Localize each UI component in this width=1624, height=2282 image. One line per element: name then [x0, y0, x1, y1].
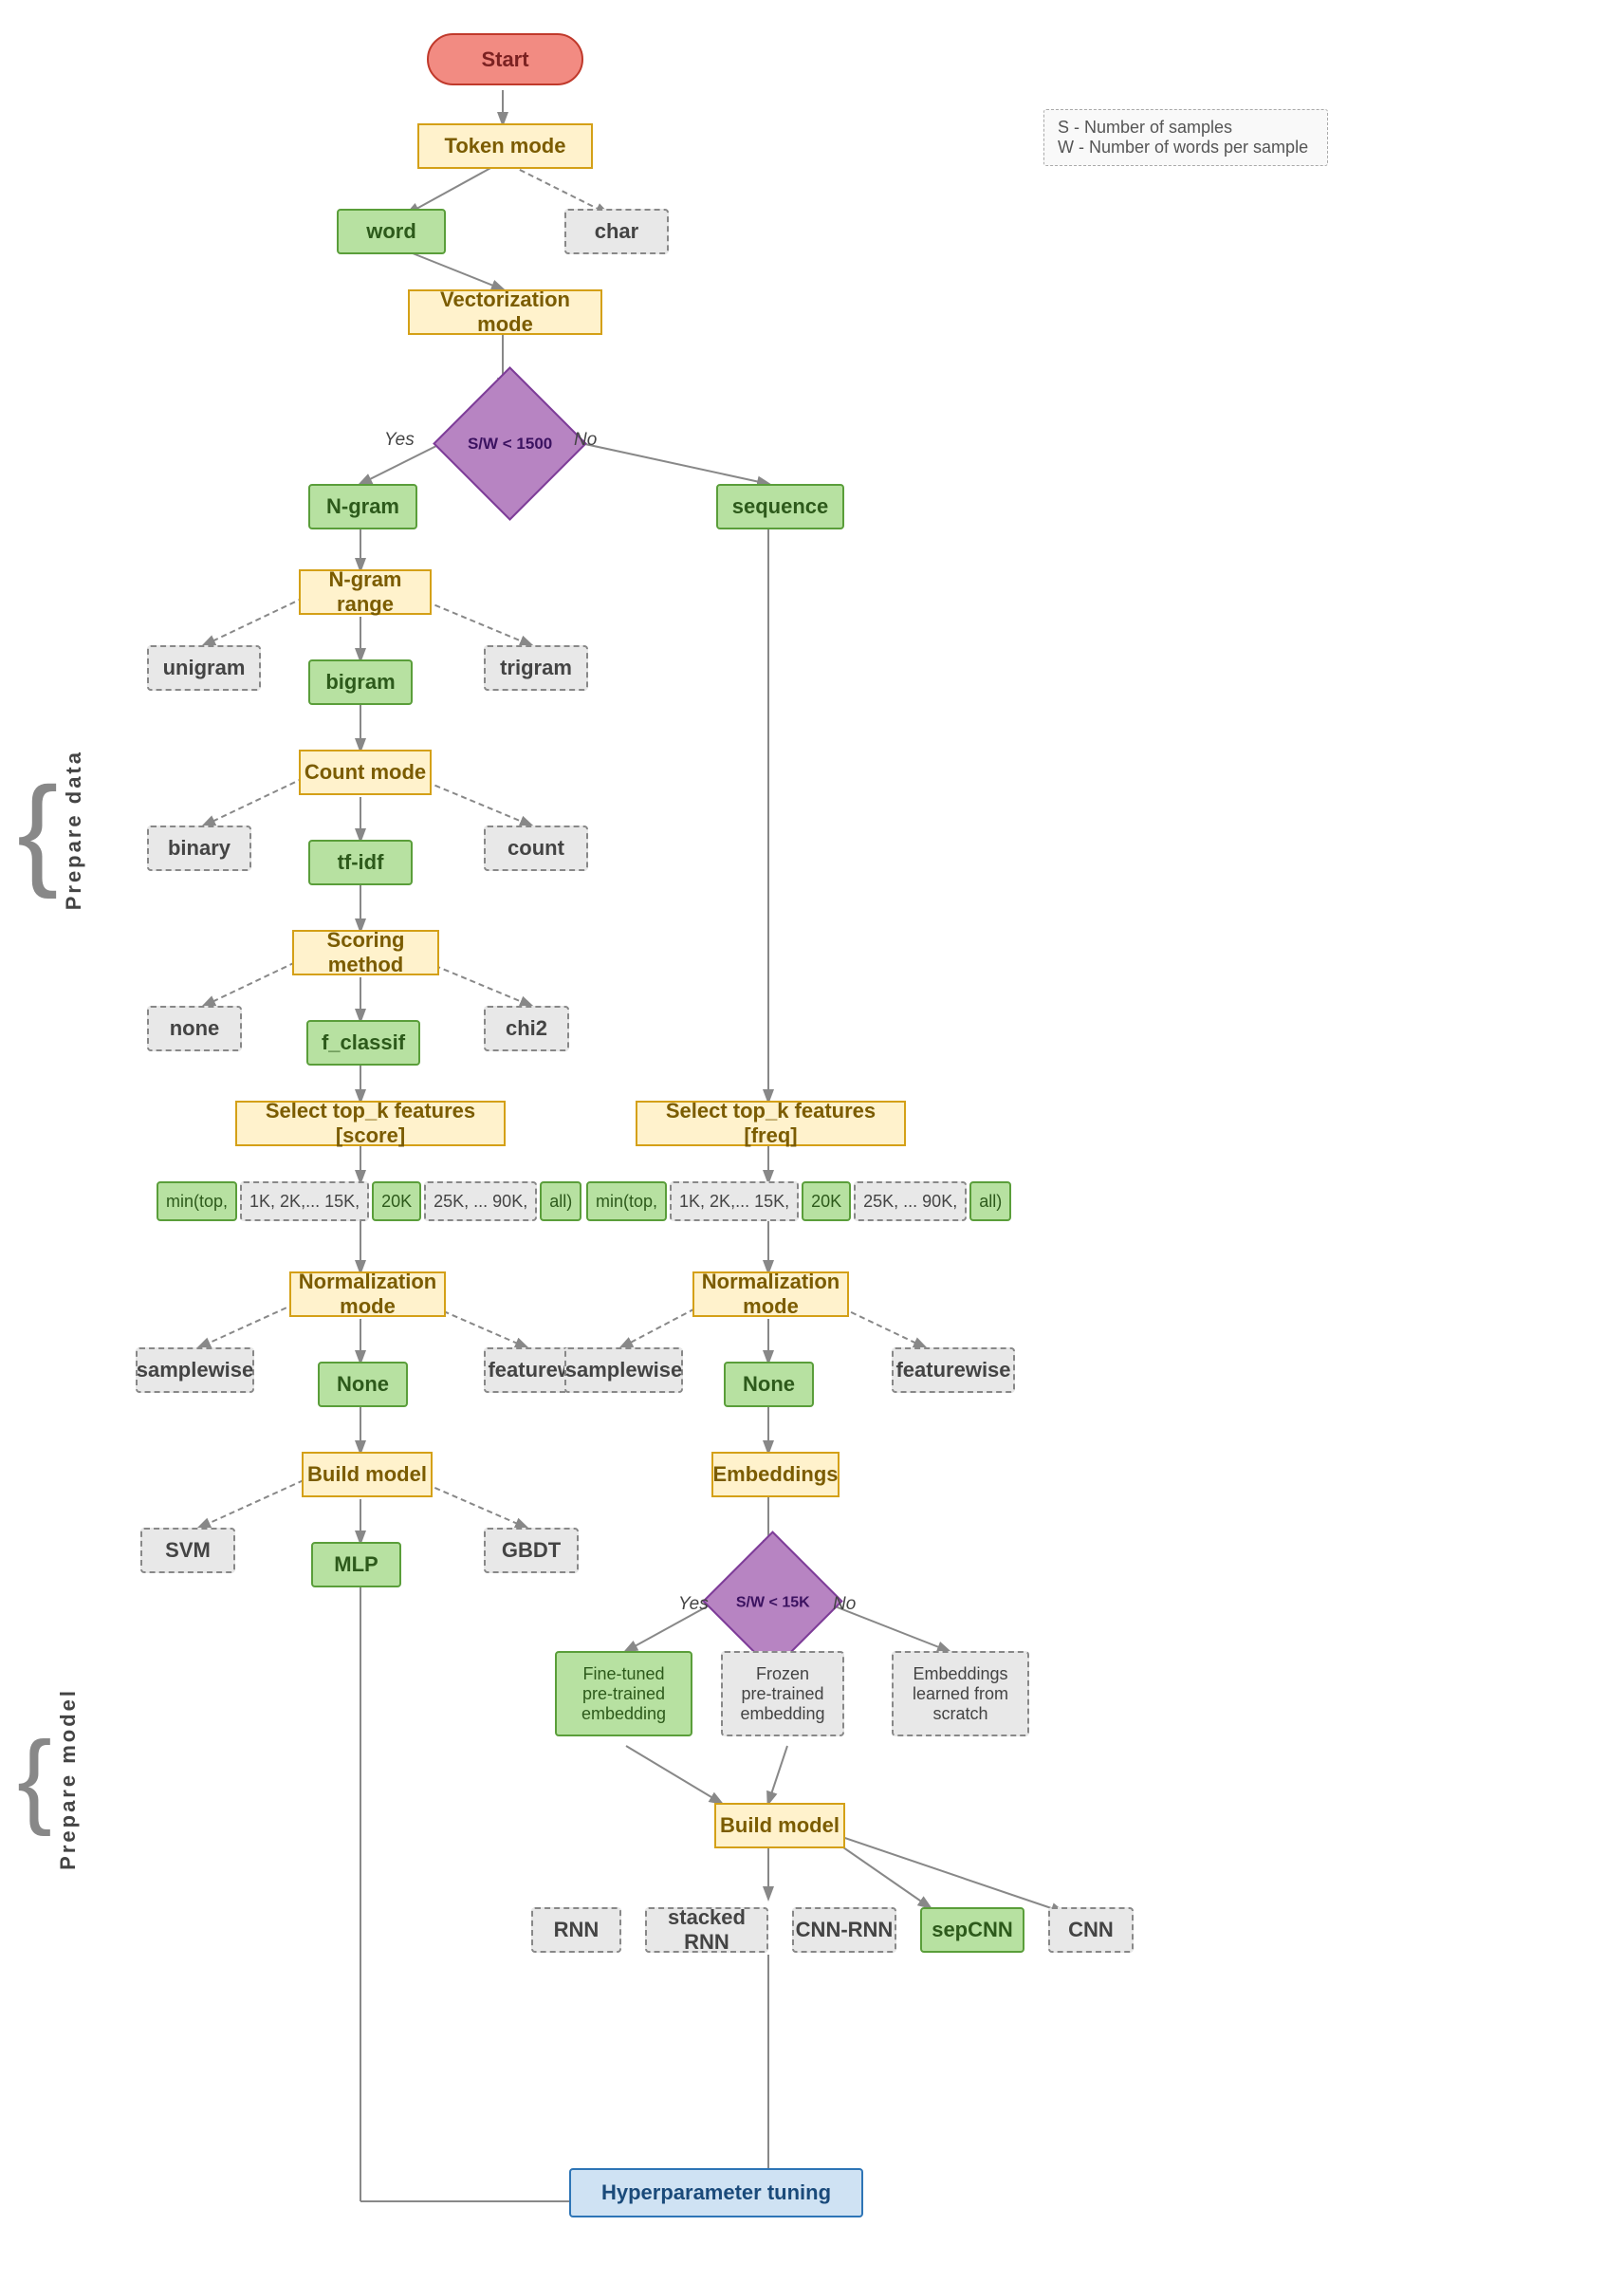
gbdt-node: GBDT — [484, 1528, 579, 1573]
yes1-label: Yes — [384, 430, 415, 451]
norm-mode-right-node: Normalization mode — [692, 1271, 849, 1317]
topk-vals-right: min(top, 1K, 2K,... 15K, 20K 25K, ... 90… — [586, 1181, 1011, 1221]
none-node: none — [147, 1006, 242, 1051]
binary-node: binary — [147, 826, 251, 871]
sw1500-diamond: S/W < 1500 — [433, 366, 587, 521]
samplewise-left-node: samplewise — [136, 1347, 254, 1393]
embeddings-node: Embeddings — [711, 1452, 840, 1497]
no1-label: No — [574, 430, 597, 451]
build-model-node: Build model — [302, 1452, 433, 1497]
vectorization-mode-node: Vectorization mode — [408, 289, 602, 335]
f-classif-node: f_classif — [306, 1020, 420, 1066]
featurewise-right-node: featurewise — [892, 1347, 1015, 1393]
diagram-container: S - Number of samples W - Number of word… — [0, 0, 1624, 2282]
bigram-node: bigram — [308, 659, 413, 705]
norm-mode-left-node: Normalization mode — [289, 1271, 446, 1317]
legend-box: S - Number of samples W - Number of word… — [1043, 109, 1328, 166]
prepare-data-bracket: { Prepare data — [17, 237, 86, 1423]
no2-label: No — [833, 1594, 856, 1615]
svm-node: SVM — [140, 1528, 235, 1573]
word-node: word — [337, 209, 446, 254]
legend-line2: W - Number of words per sample — [1058, 138, 1314, 158]
samplewise-right-node: samplewise — [564, 1347, 683, 1393]
yes2-label: Yes — [678, 1594, 709, 1615]
build-model2-node: Build model — [714, 1803, 845, 1848]
prepare-model-bracket: { Prepare model — [17, 1433, 81, 2125]
topk-vals-left: min(top, 1K, 2K,... 15K, 20K 25K, ... 90… — [157, 1181, 581, 1221]
start-node: Start — [427, 33, 583, 85]
sequence-node: sequence — [716, 484, 844, 529]
mlp-node: MLP — [311, 1542, 401, 1587]
fine-tuned-node: Fine-tuned pre-trained embedding — [555, 1651, 692, 1736]
none-right-node: None — [724, 1362, 814, 1407]
stacked-rnn-node: stacked RNN — [645, 1907, 768, 1953]
count-mode-node: Count mode — [299, 750, 432, 795]
legend-line1: S - Number of samples — [1058, 118, 1314, 138]
learned-scratch-node: Embeddings learned from scratch — [892, 1651, 1029, 1736]
rnn-node: RNN — [531, 1907, 621, 1953]
ngram-range-node: N-gram range — [299, 569, 432, 615]
count-node: count — [484, 826, 588, 871]
char-node: char — [564, 209, 669, 254]
select-topk-freq-node: Select top_k features [freq] — [636, 1101, 906, 1146]
trigram-node: trigram — [484, 645, 588, 691]
sepcnn-node: sepCNN — [920, 1907, 1024, 1953]
select-topk-score-node: Select top_k features [score] — [235, 1101, 506, 1146]
token-mode-node: Token mode — [417, 123, 593, 169]
scoring-method-node: Scoring method — [292, 930, 439, 975]
cnn-rnn-node: CNN-RNN — [792, 1907, 896, 1953]
frozen-node: Frozen pre-trained embedding — [721, 1651, 844, 1736]
tfidf-node: tf-idf — [308, 840, 413, 885]
hyperparameter-node: Hyperparameter tuning — [569, 2168, 863, 2217]
cnn-node: CNN — [1048, 1907, 1134, 1953]
none-left-node: None — [318, 1362, 408, 1407]
chi2-node: chi2 — [484, 1006, 569, 1051]
unigram-node: unigram — [147, 645, 261, 691]
ngram-node: N-gram — [308, 484, 417, 529]
